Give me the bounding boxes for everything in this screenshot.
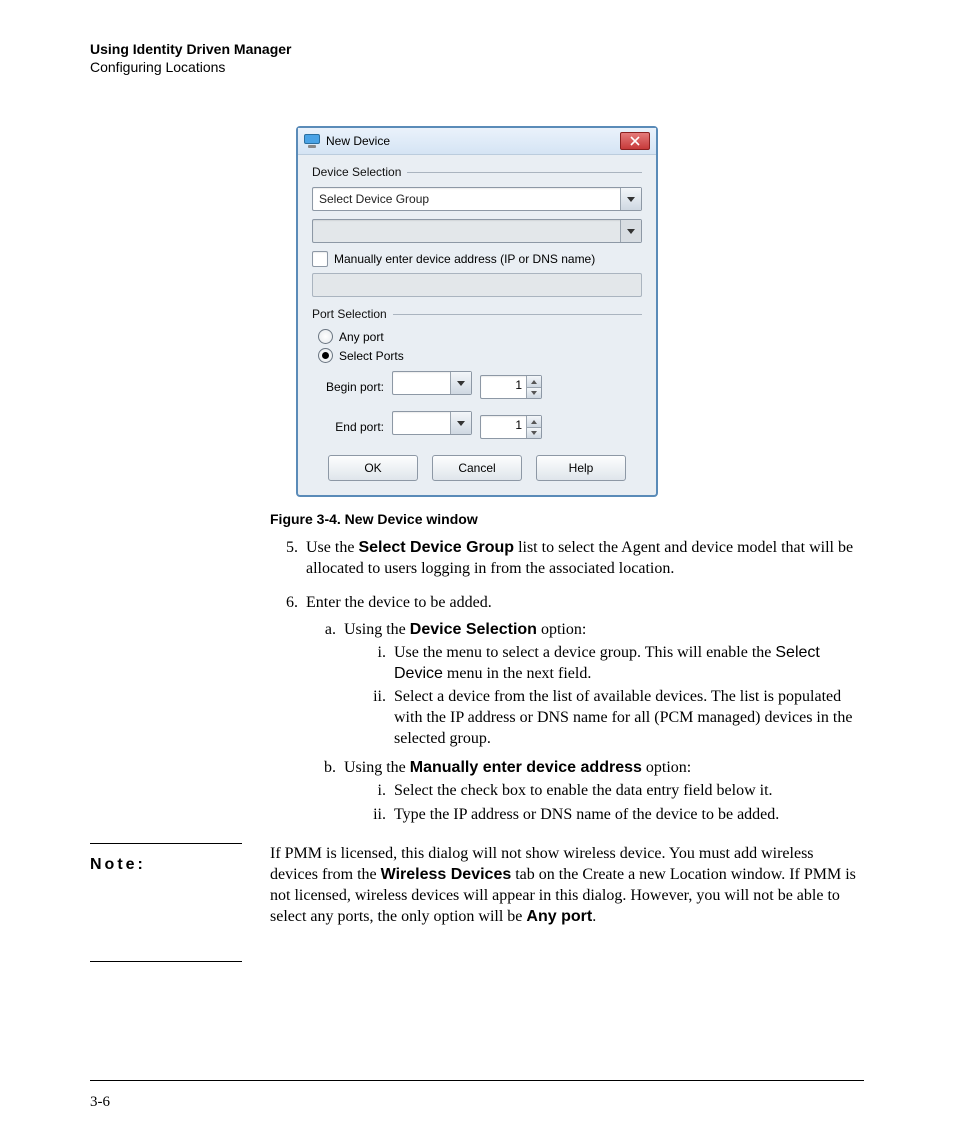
chevron-down-icon [627, 229, 635, 234]
note-block: Note: If PMM is licensed, this dialog wi… [90, 843, 864, 962]
step-6a: Using the Device Selection option: Use t… [340, 619, 864, 750]
device-group-value: Select Device Group [313, 192, 620, 206]
step-6a-ii: Select a device from the list of availab… [390, 686, 864, 749]
select-ports-row: Select Ports [318, 348, 642, 363]
dialog-title: New Device [326, 134, 614, 148]
device-selection-label: Device Selection [312, 165, 401, 179]
device-selection-group: Device Selection Select Device Group Man… [312, 165, 642, 297]
end-port-value: 1 [481, 416, 526, 438]
step-6a-i: Use the menu to select a device group. T… [390, 642, 864, 684]
header-title: Using Identity Driven Manager [90, 40, 864, 58]
note-text: If PMM is licensed, this dialog will not… [270, 843, 864, 962]
page-number: 3-6 [90, 1094, 110, 1111]
note-label: Note: [90, 843, 242, 875]
spinner-down-button[interactable] [527, 427, 541, 439]
chevron-up-icon [531, 380, 537, 384]
chevron-up-icon [531, 420, 537, 424]
footer-rule [90, 1080, 864, 1081]
step-6b-sublist: Select the check box to enable the data … [344, 780, 864, 824]
begin-port-combo[interactable] [392, 371, 472, 395]
spinner-down-button[interactable] [527, 387, 541, 399]
step-6b-ii: Type the IP address or DNS name of the d… [390, 804, 864, 825]
combo-dropdown-button[interactable] [450, 412, 471, 434]
any-port-row: Any port [318, 329, 642, 344]
begin-port-label: Begin port: [312, 380, 384, 394]
step-5: Use the Select Device Group list to sele… [302, 537, 864, 579]
dialog-body: Device Selection Select Device Group Man… [298, 155, 656, 495]
new-device-dialog: New Device Device Selection Select Devic… [296, 126, 658, 497]
monitor-icon [304, 134, 320, 148]
manual-address-row: Manually enter device address (IP or DNS… [312, 251, 642, 267]
manual-address-checkbox[interactable] [312, 251, 328, 267]
end-port-combo[interactable] [392, 411, 472, 435]
port-selection-label: Port Selection [312, 307, 387, 321]
any-port-label: Any port [339, 330, 384, 344]
dialog-titlebar: New Device [298, 128, 656, 155]
instruction-list: Use the Select Device Group list to sele… [270, 537, 864, 824]
combo-dropdown-button-disabled [620, 220, 641, 242]
chevron-down-icon [531, 431, 537, 435]
page: Using Identity Driven Manager Configurin… [0, 0, 954, 1145]
group-divider [407, 172, 642, 173]
header-subtitle: Configuring Locations [90, 58, 864, 76]
manual-address-label: Manually enter device address (IP or DNS… [334, 252, 595, 266]
combo-dropdown-button[interactable] [450, 372, 471, 394]
end-port-label: End port: [312, 420, 384, 434]
end-port-row: End port: 1 [312, 411, 642, 443]
new-device-dialog-figure: New Device Device Selection Select Devic… [296, 126, 658, 497]
any-port-radio[interactable] [318, 329, 333, 344]
end-port-spinner[interactable]: 1 [480, 415, 542, 439]
begin-port-row: Begin port: 1 [312, 371, 642, 403]
begin-port-value: 1 [481, 376, 526, 398]
note-rule [90, 961, 242, 962]
close-icon [630, 136, 640, 146]
step-6b-i: Select the check box to enable the data … [390, 780, 864, 801]
spinner-buttons [526, 416, 541, 438]
chevron-down-icon [627, 197, 635, 202]
combo-dropdown-button[interactable] [620, 188, 641, 210]
chevron-down-icon [457, 381, 465, 386]
ok-button[interactable]: OK [328, 455, 418, 481]
begin-port-spinner[interactable]: 1 [480, 375, 542, 399]
spinner-up-button[interactable] [527, 416, 541, 427]
help-button[interactable]: Help [536, 455, 626, 481]
manual-address-input [312, 273, 642, 297]
spinner-up-button[interactable] [527, 376, 541, 387]
dialog-button-row: OK Cancel Help [312, 455, 642, 481]
step-6: Enter the device to be added. Using the … [302, 592, 864, 825]
figure-caption: Figure 3-4. New Device window [270, 511, 864, 527]
group-divider [393, 314, 642, 315]
device-group-combo[interactable]: Select Device Group [312, 187, 642, 211]
spinner-buttons [526, 376, 541, 398]
step-6b: Using the Manually enter device address … [340, 757, 864, 824]
chevron-down-icon [531, 391, 537, 395]
step-6-sublist: Using the Device Selection option: Use t… [306, 619, 864, 825]
cancel-button[interactable]: Cancel [432, 455, 522, 481]
select-ports-radio[interactable] [318, 348, 333, 363]
close-button[interactable] [620, 132, 650, 150]
running-header: Using Identity Driven Manager Configurin… [90, 40, 864, 76]
device-combo-disabled [312, 219, 642, 243]
select-ports-label: Select Ports [339, 349, 404, 363]
note-label-column: Note: [90, 843, 242, 962]
chevron-down-icon [457, 421, 465, 426]
step-6a-sublist: Use the menu to select a device group. T… [344, 642, 864, 750]
port-selection-group: Port Selection Any port Select Ports Beg… [312, 307, 642, 443]
